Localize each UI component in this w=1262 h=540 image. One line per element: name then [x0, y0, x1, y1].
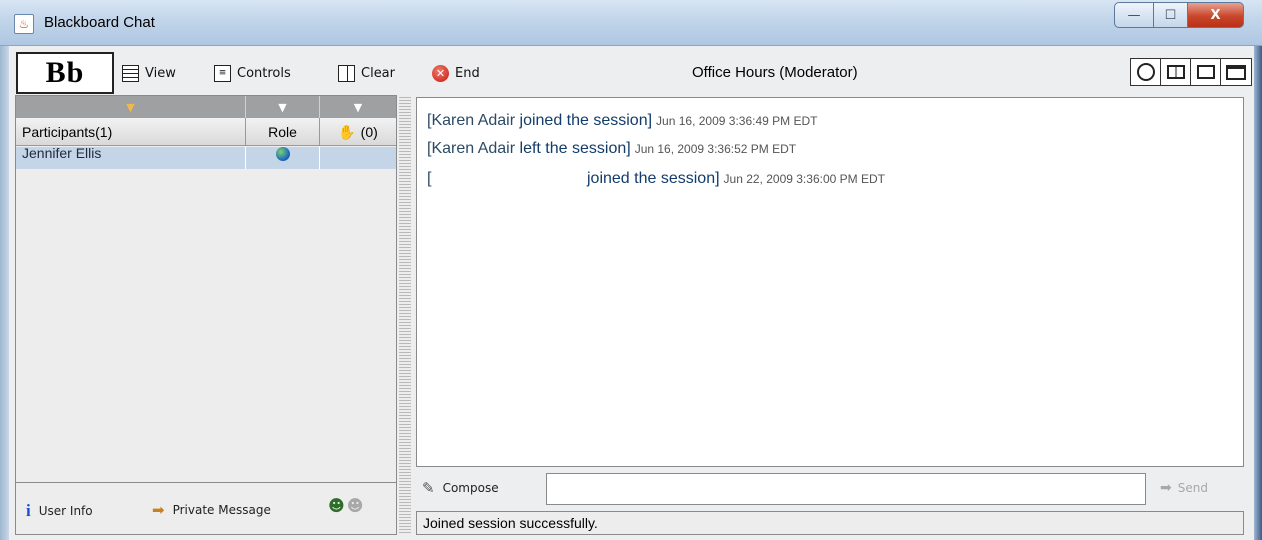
send-label: Send	[1177, 481, 1208, 495]
view-button[interactable]: View	[122, 62, 176, 84]
people-icons: ☻ ☻	[328, 496, 363, 515]
java-icon[interactable]: ♨	[14, 14, 34, 34]
message-text: left the session]	[515, 140, 631, 157]
view-label: View	[145, 65, 176, 81]
layout-folder-button[interactable]	[1221, 59, 1251, 85]
layout-single-button[interactable]	[1191, 59, 1221, 85]
maximize-icon: ☐	[1164, 7, 1177, 23]
maximize-button[interactable]: ☐	[1154, 2, 1188, 28]
chevron-down-icon: ▼	[278, 100, 287, 114]
participant-actions: i User Info ➡ Private Message ☻ ☻	[16, 482, 396, 534]
view-icon	[122, 64, 139, 82]
chat-message: [Karen Adair left the session] Jun 16, 20…	[427, 140, 796, 158]
hand-column-header[interactable]: ✋ (0)	[320, 118, 396, 146]
globe-icon	[275, 147, 290, 161]
chat-message: [ joined the session] Jun 22, 2009 3:36:00…	[427, 170, 885, 188]
chat-transcript: [Karen Adair joined the session] Jun 16, …	[416, 97, 1244, 467]
toolbar: Bb View ≡ Controls Clear ✕ End Office Ho…	[12, 52, 1252, 94]
window-edge-right	[1254, 46, 1262, 540]
close-button[interactable]: X	[1188, 2, 1244, 28]
message-input[interactable]	[546, 473, 1146, 505]
participant-hand-cell	[320, 147, 396, 169]
sort-name-button[interactable]: ▼	[16, 96, 246, 118]
end-button[interactable]: ✕ End	[432, 62, 480, 84]
user-info-label: User Info	[38, 504, 93, 518]
chevron-down-icon: ▼	[353, 100, 363, 114]
end-label: End	[455, 65, 480, 81]
status-text: Joined session successfully.	[423, 515, 598, 531]
layout-columns-button[interactable]	[1161, 59, 1191, 85]
raise-hand-icon: ✋	[338, 123, 356, 140]
role-column-header[interactable]: Role	[246, 118, 320, 146]
sort-hand-button[interactable]: ▼	[320, 96, 396, 118]
private-message-label: Private Message	[172, 503, 271, 517]
compose-label: Compose	[442, 481, 499, 495]
controls-label: Controls	[237, 65, 291, 81]
controls-icon: ≡	[214, 64, 231, 82]
window-title: Blackboard Chat	[44, 14, 155, 31]
compose-row: ✎ Compose ➡ Send	[416, 470, 1244, 510]
controls-button[interactable]: ≡ Controls	[214, 62, 291, 84]
chat-message: [Karen Adair joined the session] Jun 16, …	[427, 112, 817, 130]
message-text: joined the session]	[587, 170, 720, 187]
message-timestamp: Jun 16, 2009 3:36:52 PM EDT	[634, 142, 797, 156]
hand-count: (0)	[360, 124, 378, 140]
columns-icon	[1166, 65, 1185, 79]
private-message-button[interactable]: ➡ Private Message	[152, 501, 271, 519]
message-sender: [Karen Adair	[427, 140, 516, 157]
chevron-down-icon: ▼	[126, 100, 135, 114]
circle-icon	[1136, 63, 1155, 81]
participant-row[interactable]: Jennifer Ellis	[16, 145, 396, 169]
participant-name-cell: Jennifer Ellis	[16, 145, 246, 169]
square-icon	[1196, 65, 1215, 79]
window-edge-left	[0, 46, 9, 540]
clear-icon	[338, 64, 355, 82]
minimize-button[interactable]: —	[1114, 2, 1154, 28]
participant-name: Jennifer Ellis	[22, 145, 102, 161]
message-timestamp: Jun 22, 2009 3:36:00 PM EDT	[723, 172, 885, 186]
arrow-right-icon: ➡	[1160, 480, 1172, 496]
folder-icon	[1226, 64, 1246, 80]
pencil-icon: ✎	[422, 479, 435, 497]
session-title: Office Hours (Moderator)	[692, 64, 858, 81]
window-controls: — ☐ X	[1114, 2, 1244, 28]
moderator-icon[interactable]: ☻	[328, 496, 345, 515]
participants-header: Participants(1) Role ✋ (0)	[16, 118, 396, 146]
sort-role-button[interactable]: ▼	[246, 96, 320, 118]
sort-row: ▼ ▼ ▼	[16, 96, 396, 118]
participants-column-header[interactable]: Participants(1)	[16, 118, 246, 146]
message-sender: [	[427, 170, 432, 187]
arrow-right-icon: ➡	[152, 501, 165, 519]
layout-circle-button[interactable]	[1131, 59, 1161, 85]
message-text: joined the session]	[515, 112, 653, 129]
info-icon: i	[26, 501, 31, 520]
pane-splitter[interactable]	[399, 95, 411, 535]
send-button[interactable]: ➡ Send	[1160, 480, 1208, 496]
participant-icon[interactable]: ☻	[347, 496, 364, 515]
compose-button[interactable]: ✎ Compose	[422, 479, 499, 497]
title-bar: ♨ Blackboard Chat — ☐ X	[0, 0, 1262, 46]
end-icon: ✕	[432, 64, 449, 82]
blackboard-logo: Bb	[16, 52, 114, 94]
clear-button[interactable]: Clear	[338, 62, 395, 84]
close-icon: X	[1210, 7, 1221, 23]
participants-panel: ▼ ▼ ▼ Participants(1) Role ✋ (0) Jennife…	[15, 95, 397, 535]
message-timestamp: Jun 16, 2009 3:36:49 PM EDT	[656, 114, 818, 128]
status-bar: Joined session successfully.	[416, 511, 1244, 535]
participant-role-cell	[246, 147, 320, 169]
user-info-button[interactable]: i User Info	[26, 501, 93, 521]
clear-label: Clear	[361, 65, 395, 81]
message-sender: [Karen Adair	[427, 112, 516, 129]
minimize-icon: —	[1127, 7, 1141, 23]
layout-buttons	[1130, 58, 1252, 86]
